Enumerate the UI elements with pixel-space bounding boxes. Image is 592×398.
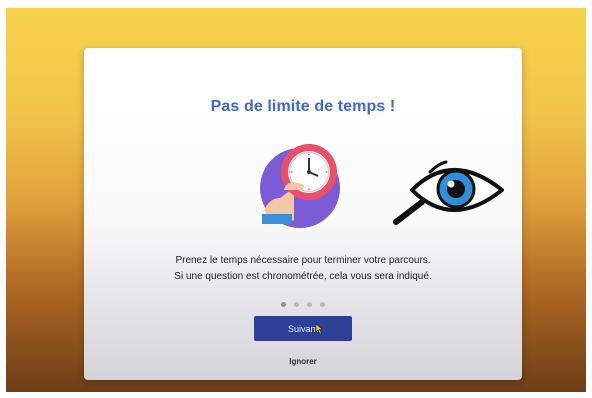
- dialog-title: Pas de limite de temps !: [210, 98, 396, 115]
- description-line-1: Prenez le temps nécessaire pour terminer…: [175, 255, 431, 266]
- eye-magnifier-icon: [393, 160, 504, 225]
- onboarding-dialog: Pas de limite de temps ! Prenez le temps…: [84, 48, 522, 380]
- skip-link[interactable]: Ignorer: [84, 357, 522, 366]
- pagination-dots: [84, 292, 522, 307]
- dialog-description: Prenez le temps nécessaire pour terminer…: [84, 253, 522, 285]
- description-line-2: Si une question est chronométrée, cela v…: [174, 271, 432, 282]
- next-button[interactable]: Suivant: [254, 316, 352, 341]
- pagination-dot-4[interactable]: [320, 302, 326, 307]
- backdrop: Pas de limite de temps ! Prenez le temps…: [6, 8, 586, 392]
- pagination-dot-3[interactable]: [307, 302, 313, 307]
- mouse-cursor-icon: [316, 324, 324, 334]
- clock-icon: [260, 144, 340, 228]
- pagination-dot-1[interactable]: [280, 302, 286, 307]
- pagination-dot-2[interactable]: [293, 302, 299, 307]
